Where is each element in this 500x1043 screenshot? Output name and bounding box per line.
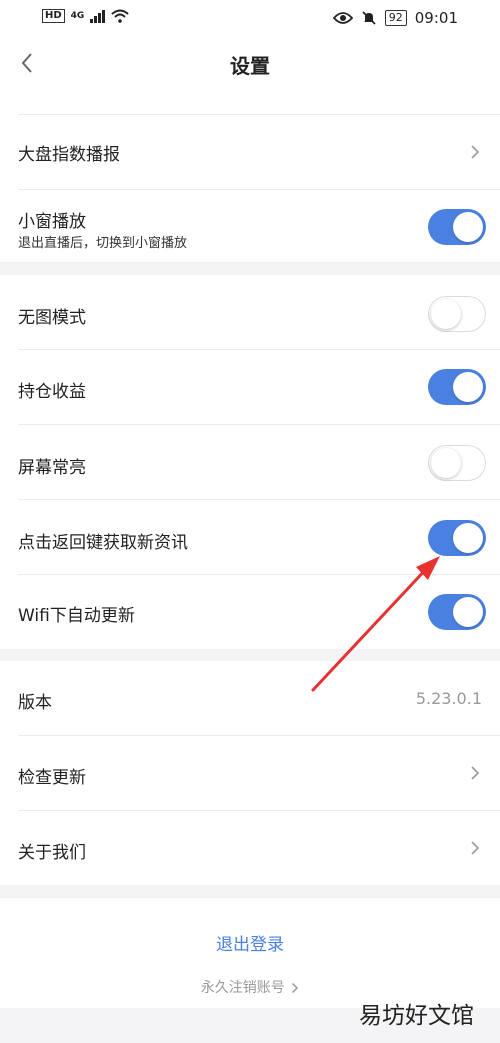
watermark: 易坊好文馆 — [359, 1003, 474, 1029]
version-value: 5.23.0.1 — [415, 689, 482, 708]
screen-on-label: 屏幕常亮 — [18, 458, 86, 478]
wifi-icon — [111, 9, 129, 23]
mini-window-label: 小窗播放 — [18, 212, 86, 232]
mute-bell-icon — [362, 11, 376, 25]
settings-group-1: 大盘指数播报 小窗播放 退出直播后，切换到小窗播放 — [0, 90, 500, 262]
mini-window-subtitle: 退出直播后，切换到小窗播放 — [18, 236, 188, 251]
row-no-image-mode: 无图模式 — [0, 275, 500, 349]
row-position-profit: 持仓收益 — [0, 350, 500, 424]
wifi-auto-update-label: Wifi下自动更新 — [18, 606, 135, 626]
back-key-refresh-toggle[interactable] — [428, 520, 486, 556]
row-about-us[interactable]: 关于我们 — [0, 811, 500, 885]
toggle-knob — [431, 448, 461, 478]
screen-on-toggle[interactable] — [428, 445, 486, 481]
eye-icon — [332, 12, 353, 24]
network-type: 4G — [70, 11, 85, 21]
chevron-right-icon — [471, 145, 480, 159]
about-us-label: 关于我们 — [18, 843, 86, 863]
mini-window-toggle[interactable] — [428, 209, 486, 245]
settings-group-2: 无图模式 持仓收益 屏幕常亮 点击返回键获取新资讯 Wifi下自动更新 — [0, 275, 500, 649]
signal-icon — [90, 9, 106, 23]
wifi-auto-update-toggle[interactable] — [428, 594, 486, 630]
check-update-label: 检查更新 — [18, 768, 86, 788]
position-profit-toggle[interactable] — [428, 369, 486, 405]
status-left: HD 4G — [42, 9, 129, 23]
chevron-right-icon — [292, 982, 299, 994]
status-bar: HD 4G 92 09:01 — [0, 0, 500, 36]
hd-badge: HD — [42, 9, 65, 23]
version-label: 版本 — [18, 693, 52, 713]
no-image-mode-label: 无图模式 — [18, 308, 86, 328]
position-profit-label: 持仓收益 — [18, 382, 86, 402]
settings-group-3: 版本 5.23.0.1 检查更新 关于我们 — [0, 661, 500, 885]
row-market-broadcast[interactable]: 大盘指数播报 — [0, 115, 500, 189]
toggle-knob — [453, 523, 483, 553]
battery-icon: 92 — [384, 10, 407, 26]
deregister-label: 永久注销账号 — [200, 980, 285, 996]
nav-bar: 设置 — [0, 36, 500, 90]
row-wifi-auto-update: Wifi下自动更新 — [0, 575, 500, 649]
chevron-right-icon — [471, 841, 480, 855]
logout-button[interactable]: 退出登录 — [0, 930, 500, 955]
status-right: 92 09:01 — [332, 9, 458, 27]
row-check-update[interactable]: 检查更新 — [0, 736, 500, 810]
chevron-right-icon — [471, 766, 480, 780]
toggle-knob — [453, 212, 483, 242]
back-key-refresh-label: 点击返回键获取新资讯 — [18, 533, 188, 553]
market-broadcast-label: 大盘指数播报 — [18, 145, 120, 165]
toggle-knob — [453, 372, 483, 402]
deregister-link[interactable]: 永久注销账号 — [0, 977, 500, 997]
row-screen-on: 屏幕常亮 — [0, 425, 500, 499]
toggle-knob — [431, 299, 461, 329]
row-mini-window: 小窗播放 退出直播后，切换到小窗播放 — [0, 190, 500, 262]
row-version: 版本 5.23.0.1 — [0, 661, 500, 735]
toggle-knob — [453, 597, 483, 627]
status-time: 09:01 — [414, 9, 458, 27]
row-back-key-refresh: 点击返回键获取新资讯 — [0, 500, 500, 574]
page-title: 设置 — [230, 54, 270, 78]
no-image-mode-toggle[interactable] — [428, 296, 486, 332]
